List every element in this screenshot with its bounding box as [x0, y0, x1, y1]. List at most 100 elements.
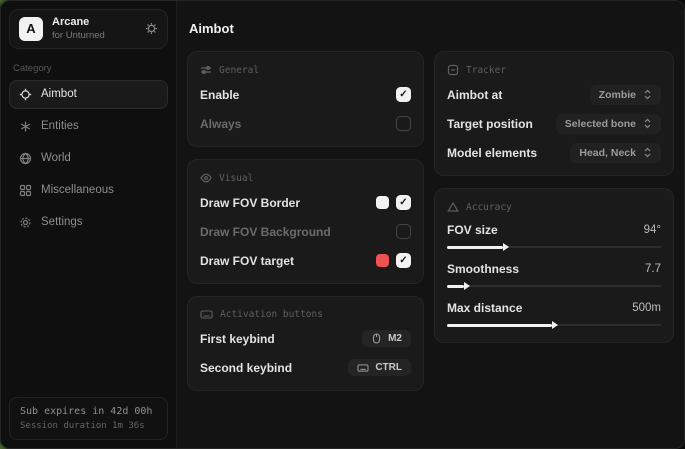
setting-label: Second keybind	[200, 361, 292, 375]
sidebar: A Arcane for Unturned Category Ai	[1, 1, 177, 448]
sidebar-item-label: Entities	[41, 120, 79, 132]
globe-icon	[19, 152, 32, 165]
fov-background-checkbox[interactable]	[396, 224, 411, 239]
gear-icon[interactable]	[145, 22, 158, 35]
sidebar-item-entities[interactable]: Entities	[9, 112, 168, 141]
setting-row: Second keybind CTRL	[200, 357, 411, 378]
tracker-card: Tracker Aimbot at Zombie	[434, 51, 674, 176]
color-swatch[interactable]	[376, 196, 389, 209]
setting-label: FOV size	[447, 223, 498, 237]
sidebar-item-settings[interactable]: Settings	[9, 208, 168, 237]
section-title: Tracker	[466, 65, 506, 76]
visual-card: Visual Draw FOV Border Draw FOV Backgrou…	[187, 159, 424, 284]
setting-label: Smoothness	[447, 262, 519, 276]
accuracy-card: Accuracy FOV size 94°	[434, 188, 674, 343]
model-elements-select[interactable]: Head, Neck	[570, 143, 661, 163]
setting-label: Draw FOV target	[200, 254, 294, 268]
color-swatch[interactable]	[376, 254, 389, 267]
select-value: Zombie	[599, 89, 636, 101]
fov-size-slider[interactable]	[447, 242, 661, 252]
slider-fill	[447, 246, 503, 249]
aimbot-at-select[interactable]: Zombie	[590, 85, 661, 105]
setting-value: 500m	[632, 302, 661, 314]
entities-icon	[19, 120, 32, 133]
main-content: Aimbot General Enable	[177, 1, 685, 448]
category-label: Category	[13, 63, 164, 74]
activation-card: Activation buttons First keybind M2	[187, 296, 424, 391]
setting-row: Always	[200, 113, 411, 134]
sidebar-item-label: World	[41, 152, 71, 164]
sliders-icon	[200, 64, 212, 76]
chevron-updown-icon	[643, 147, 652, 158]
section-title: General	[219, 65, 259, 76]
setting-label: Aimbot at	[447, 88, 502, 102]
slider-fill	[447, 324, 552, 327]
fov-border-checkbox[interactable]	[396, 195, 411, 210]
setting-row: First keybind M2	[200, 328, 411, 349]
logo-card: A Arcane for Unturned	[9, 9, 168, 49]
gear-icon	[19, 216, 32, 229]
setting-row: Draw FOV Border	[200, 192, 411, 213]
setting-value: 7.7	[645, 263, 661, 275]
keyboard-icon	[357, 363, 369, 373]
setting-label: Enable	[200, 88, 239, 102]
keybind-value: M2	[388, 333, 402, 344]
sidebar-item-miscellaneous[interactable]: Miscellaneous	[9, 176, 168, 205]
grid-icon	[19, 184, 32, 197]
fov-target-checkbox[interactable]	[396, 253, 411, 268]
enable-checkbox[interactable]	[396, 87, 411, 102]
sidebar-item-world[interactable]: World	[9, 144, 168, 173]
keybind-value: CTRL	[375, 362, 402, 373]
sidebar-item-label: Settings	[41, 216, 83, 228]
setting-row: Aimbot at Zombie	[447, 84, 661, 105]
eye-icon	[200, 172, 212, 184]
mouse-icon	[371, 333, 382, 344]
fov-size-setting: FOV size 94°	[447, 223, 661, 252]
sidebar-item-aimbot[interactable]: Aimbot	[9, 80, 168, 109]
always-checkbox[interactable]	[396, 116, 411, 131]
section-title: Accuracy	[466, 202, 512, 213]
setting-label: First keybind	[200, 332, 275, 346]
subscription-card: Sub expires in 42d 00h Session duration …	[9, 397, 168, 440]
sub-expires-text: Sub expires in 42d 00h	[20, 406, 157, 417]
max-distance-slider[interactable]	[447, 320, 661, 330]
first-keybind-button[interactable]: M2	[362, 330, 411, 347]
slider-track	[447, 285, 661, 287]
setting-label: Draw FOV Background	[200, 225, 331, 239]
select-value: Head, Neck	[579, 147, 636, 159]
setting-row: Draw FOV target	[200, 250, 411, 271]
max-distance-setting: Max distance 500m	[447, 301, 661, 330]
setting-row: Target position Selected bone	[447, 113, 661, 134]
setting-row: Draw FOV Background	[200, 221, 411, 242]
setting-row: Enable	[200, 84, 411, 105]
slider-fill	[447, 285, 464, 288]
general-card: General Enable Always	[187, 51, 424, 147]
setting-label: Max distance	[447, 301, 522, 315]
setting-label: Target position	[447, 117, 533, 131]
sidebar-item-label: Aimbot	[41, 88, 77, 100]
chevron-updown-icon	[643, 89, 652, 100]
setting-row: Model elements Head, Neck	[447, 142, 661, 163]
keyboard-icon	[200, 309, 213, 320]
app-window: A Arcane for Unturned Category Ai	[0, 0, 685, 449]
sidebar-item-label: Miscellaneous	[41, 184, 114, 196]
page-title: Aimbot	[189, 21, 674, 36]
setting-label: Model elements	[447, 146, 537, 160]
session-duration-text: Session duration 1m 36s	[20, 421, 157, 431]
chevron-updown-icon	[643, 118, 652, 129]
setting-label: Always	[200, 117, 241, 131]
logo-letter: A	[26, 21, 35, 36]
select-value: Selected bone	[565, 118, 636, 130]
target-position-select[interactable]: Selected bone	[556, 114, 661, 134]
crosshair-icon	[19, 88, 32, 101]
tracker-icon	[447, 64, 459, 76]
smoothness-setting: Smoothness 7.7	[447, 262, 661, 291]
section-title: Activation buttons	[220, 309, 323, 320]
setting-value: 94°	[644, 224, 661, 236]
second-keybind-button[interactable]: CTRL	[348, 359, 411, 376]
app-subtitle: for Unturned	[52, 30, 105, 42]
triangle-icon	[447, 201, 459, 213]
section-title: Visual	[219, 173, 253, 184]
app-logo: A	[19, 17, 43, 41]
smoothness-slider[interactable]	[447, 281, 661, 291]
